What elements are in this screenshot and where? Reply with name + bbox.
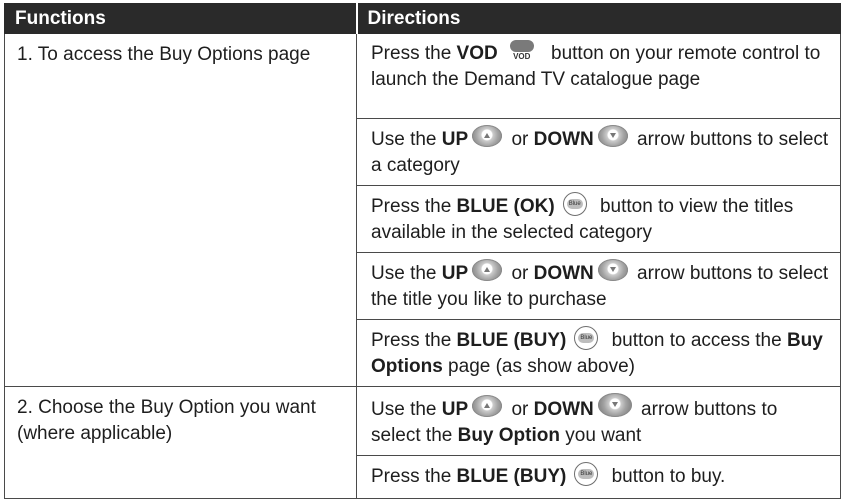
- step-text: or: [506, 399, 534, 420]
- directions-header: Directions: [356, 3, 841, 34]
- step-bold: Buy Option: [457, 425, 560, 446]
- function-cell: 1. To access the Buy Options page: [4, 33, 357, 387]
- blue-button-icon: Blue: [562, 192, 587, 216]
- direction-cell: Use the UP or DOWN arrow buttons to sele…: [356, 118, 841, 186]
- blue-button-icon: Blue: [574, 462, 599, 486]
- instructions-table: Functions Directions 1. To access the Bu…: [4, 3, 841, 499]
- step-text: or: [506, 129, 534, 150]
- step-text: Use the: [371, 129, 442, 150]
- step-text: Press the: [371, 196, 457, 217]
- step-bold: UP: [441, 263, 469, 284]
- step-bold: UP: [441, 129, 469, 150]
- direction-cell: Press the BLUE (BUY) Blue button to buy.: [356, 455, 841, 499]
- step-bold: VOD: [456, 43, 498, 64]
- step-text: button to buy.: [606, 466, 726, 487]
- direction-cell: Press the VOD VOD button on your remote c…: [356, 33, 841, 119]
- table-row: 1. To access the Buy Options page Press …: [4, 33, 841, 387]
- step-bold: DOWN: [533, 399, 594, 420]
- header-row: Functions Directions: [4, 3, 841, 34]
- step-bold: DOWN: [533, 129, 594, 150]
- blue-button-icon: Blue: [574, 326, 599, 350]
- table-row: 2. Choose the Buy Option you want (where…: [4, 386, 841, 499]
- blue-icon-label: Blue: [566, 199, 583, 209]
- step-text: Press the: [371, 43, 457, 64]
- step-bold: UP: [441, 399, 469, 420]
- direction-cell: Use the UP or DOWN arrow buttons to sele…: [356, 252, 841, 320]
- step-text: Press the: [371, 330, 457, 351]
- step-text: or: [506, 263, 534, 284]
- blue-icon-label: Blue: [578, 333, 595, 343]
- down-arrow-button-icon: [597, 259, 628, 281]
- down-arrow-button-icon: [597, 393, 632, 417]
- direction-cell: Use the UP or DOWN arrow buttons to sele…: [356, 386, 841, 456]
- step-text: Use the: [371, 399, 442, 420]
- down-arrow-button-icon: [597, 125, 628, 147]
- step-bold: DOWN: [533, 263, 594, 284]
- step-bold: BLUE (BUY): [456, 466, 567, 487]
- direction-cell: Press the BLUE (BUY) Blue button to acces…: [356, 319, 841, 387]
- instructions-table-container: Functions Directions 1. To access the Bu…: [4, 3, 841, 499]
- up-arrow-button-icon: [472, 125, 503, 147]
- step-text: Use the: [371, 263, 442, 284]
- up-arrow-button-icon: [472, 395, 503, 417]
- step-bold: BLUE (BUY): [456, 330, 567, 351]
- step-bold: BLUE (OK): [456, 196, 555, 217]
- direction-cell: Press the BLUE (OK) Blue button to view t…: [356, 185, 841, 253]
- vod-button-icon: VOD: [508, 40, 536, 64]
- up-arrow-button-icon: [472, 259, 503, 281]
- vod-icon-label: VOD: [513, 52, 531, 61]
- function-cell: 2. Choose the Buy Option you want (where…: [4, 386, 357, 499]
- functions-header: Functions: [4, 3, 358, 34]
- step-text: button to access the: [606, 330, 787, 351]
- step-text: you want: [560, 425, 642, 446]
- step-text: Press the: [371, 466, 457, 487]
- step-text: page (as show above): [442, 356, 636, 377]
- blue-icon-label: Blue: [578, 469, 595, 479]
